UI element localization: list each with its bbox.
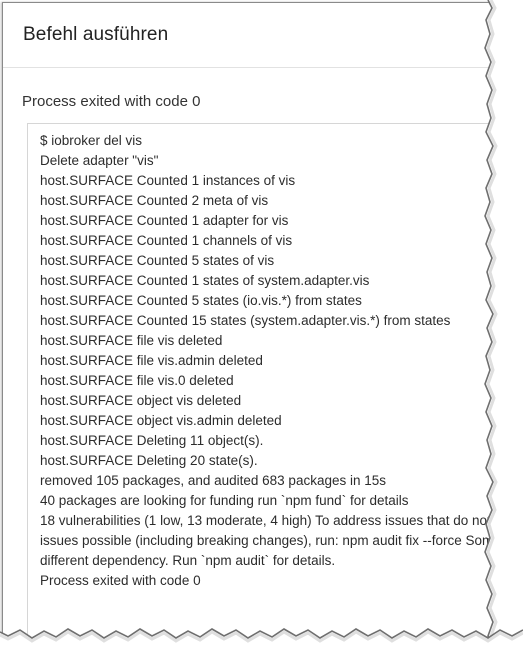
console-line: host.SURFACE Counted 5 states of vis xyxy=(40,253,275,268)
console-line: 40 packages are looking for funding run … xyxy=(40,493,409,508)
title-divider xyxy=(3,67,523,68)
console-line: host.SURFACE Counted 1 channels of vis xyxy=(40,233,293,248)
dialog-title: Befehl ausführen xyxy=(23,24,169,45)
console-lines: $ iobroker del vis Delete adapter "vis" ho… xyxy=(40,131,523,591)
console-output[interactable]: $ iobroker del vis Delete adapter "vis" ho… xyxy=(27,123,523,643)
console-line: host.SURFACE file vis.0 deleted xyxy=(40,373,234,388)
console-line: $ iobroker del vis xyxy=(40,133,143,148)
console-line: Process exited with code 0 xyxy=(40,573,201,588)
console-line: Delete adapter "vis" xyxy=(40,153,159,168)
console-line: host.SURFACE Counted 1 states of system.… xyxy=(40,273,370,288)
console-line: host.SURFACE Counted 1 instances of vis xyxy=(40,173,296,188)
console-line: host.SURFACE object vis deleted xyxy=(40,393,242,408)
console-line: host.SURFACE file vis.admin deleted xyxy=(40,353,263,368)
screenshot-page: Befehl ausführen Process exited with cod… xyxy=(0,0,523,666)
console-line: host.SURFACE Counted 2 meta of vis xyxy=(40,193,269,208)
console-line: host.SURFACE Counted 15 states (system.a… xyxy=(40,313,451,328)
console-line: host.SURFACE Counted 5 states (io.vis.*)… xyxy=(40,293,362,308)
console-line: issues possible (including breaking chan… xyxy=(40,533,523,548)
console-line: host.SURFACE file vis deleted xyxy=(40,333,223,348)
console-line: host.SURFACE Counted 1 adapter for vis xyxy=(40,213,289,228)
console-line: host.SURFACE Deleting 11 object(s). xyxy=(40,433,264,448)
console-line: host.SURFACE object vis.admin deleted xyxy=(40,413,282,428)
command-dialog: Befehl ausführen Process exited with cod… xyxy=(2,2,523,643)
console-line: removed 105 packages, and audited 683 pa… xyxy=(40,473,386,488)
process-status: Process exited with code 0 xyxy=(22,93,201,110)
console-line: host.SURFACE Deleting 20 state(s). xyxy=(40,453,258,468)
console-line: different dependency. Run `npm audit` fo… xyxy=(40,553,336,568)
console-line: 18 vulnerabilities (1 low, 13 moderate, … xyxy=(40,513,523,528)
